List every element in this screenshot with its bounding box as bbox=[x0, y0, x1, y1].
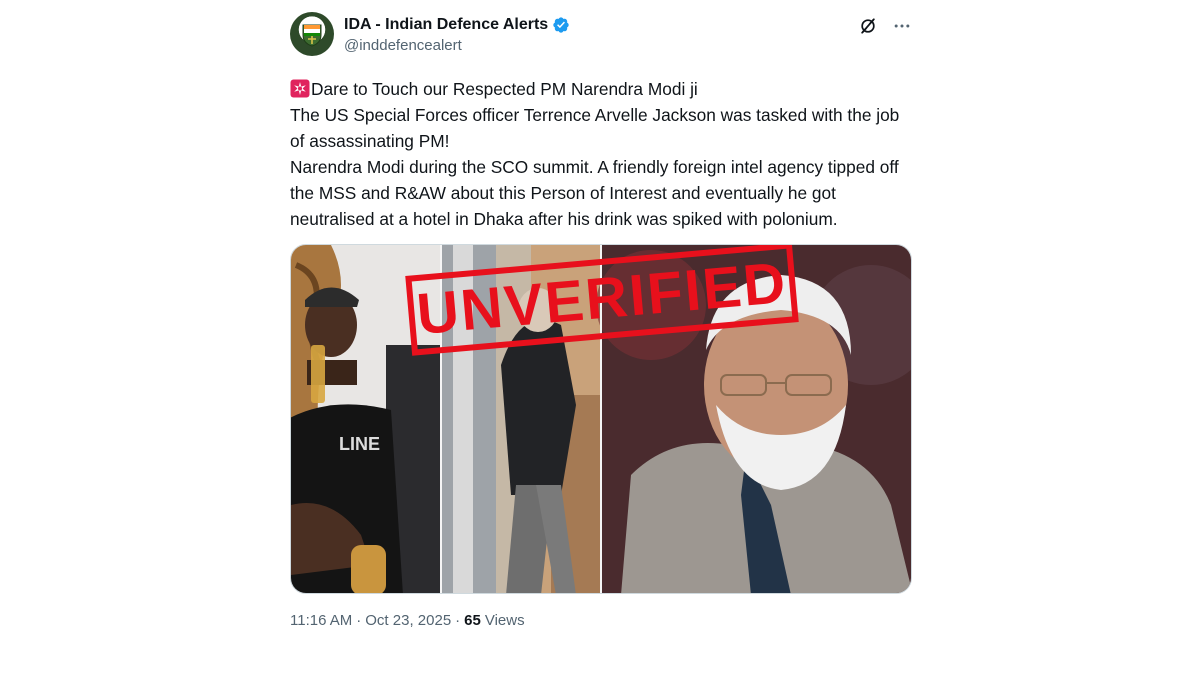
tweet-line-3: Narendra Modi during the SCO summit. A f… bbox=[290, 157, 899, 229]
tweet-image[interactable]: LINE UNVERIFIED bbox=[290, 244, 912, 594]
tweet-line-1-text: Dare to Touch our Respected PM Narendra … bbox=[311, 79, 698, 99]
author-names: IDA - Indian Defence Alerts @inddefencea… bbox=[344, 14, 570, 54]
tweet-line-1: Dare to Touch our Respected PM Narendra … bbox=[290, 76, 912, 102]
more-options-icon[interactable] bbox=[892, 16, 912, 36]
avatar-emblem-icon bbox=[302, 24, 322, 47]
tweet: IDA - Indian Defence Alerts @inddefencea… bbox=[290, 10, 912, 629]
svg-text:LINE: LINE bbox=[339, 434, 380, 454]
post-date[interactable]: Oct 23, 2025 bbox=[365, 612, 451, 629]
tweet-line-2: The US Special Forces officer Terrence A… bbox=[290, 105, 900, 151]
meta-separator-2: · bbox=[455, 612, 461, 629]
tweet-text: Dare to Touch our Respected PM Narendra … bbox=[290, 76, 912, 232]
meta-separator: · bbox=[356, 612, 362, 629]
verified-badge-icon bbox=[553, 17, 569, 33]
post-time[interactable]: 11:16 AM bbox=[290, 612, 352, 629]
tweet-header: IDA - Indian Defence Alerts @inddefencea… bbox=[290, 10, 912, 62]
views-count[interactable]: 65 bbox=[464, 612, 481, 629]
views-label[interactable]: Views bbox=[485, 612, 525, 629]
police-siren-icon bbox=[290, 79, 310, 98]
header-actions bbox=[858, 16, 912, 36]
tweet-meta: 11:16 AM · Oct 23, 2025 · 65 Views bbox=[290, 612, 912, 629]
grok-icon[interactable] bbox=[858, 16, 878, 36]
avatar[interactable] bbox=[290, 12, 334, 56]
author-handle[interactable]: @inddefencealert bbox=[344, 37, 570, 54]
display-name-row: IDA - Indian Defence Alerts bbox=[344, 14, 570, 36]
display-name[interactable]: IDA - Indian Defence Alerts bbox=[344, 16, 548, 34]
